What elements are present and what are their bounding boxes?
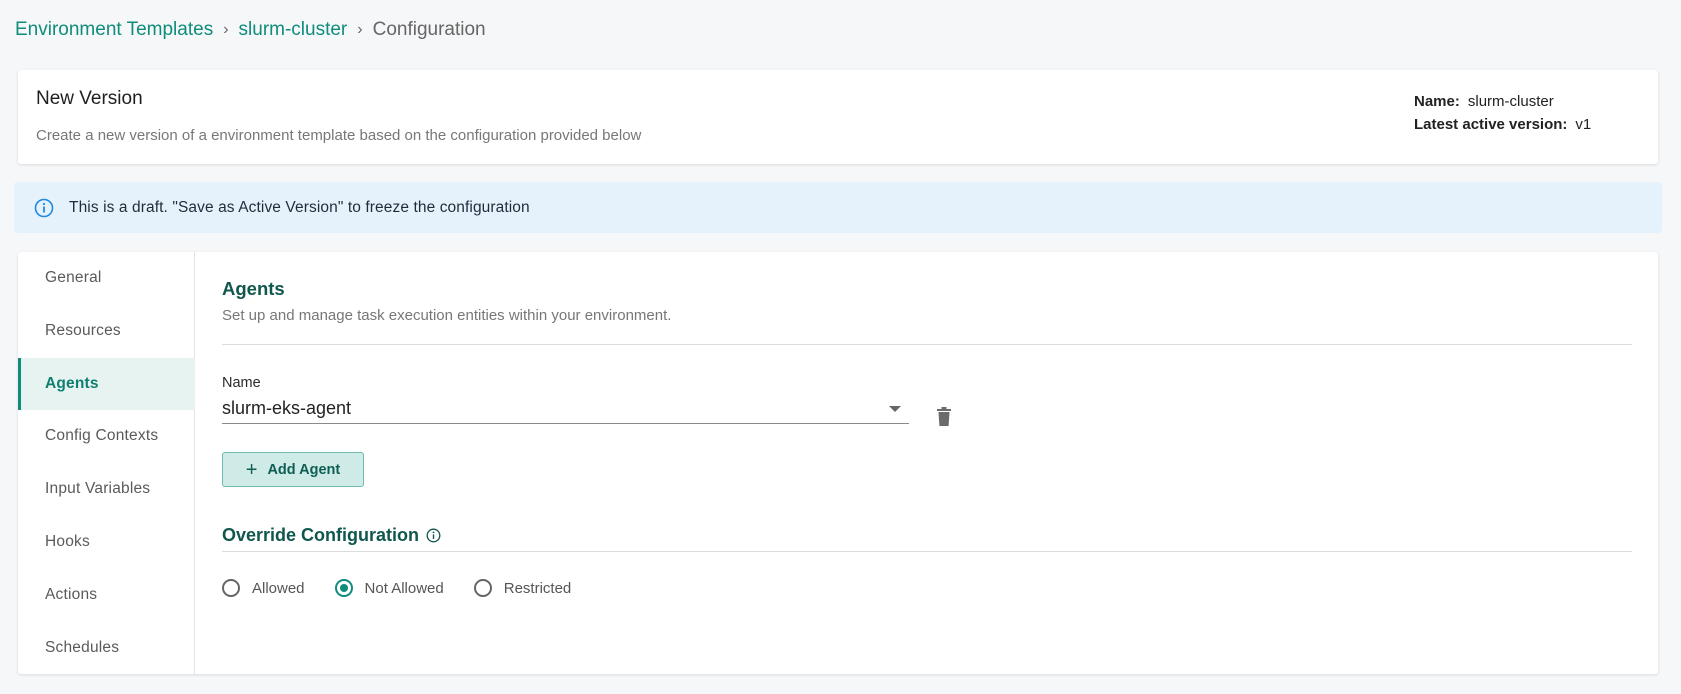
info-icon (34, 198, 54, 218)
override-title: Override Configuration (222, 525, 420, 545)
meta-version-row: Latest active version: v1 (1414, 113, 1591, 136)
radio-label: Allowed (252, 579, 305, 597)
meta-version-label: Latest active version: (1414, 116, 1568, 133)
section-title: Agents (222, 278, 285, 299)
section-divider (222, 344, 1632, 345)
add-agent-label: Add Agent (267, 461, 341, 478)
sidebar-item-general[interactable]: General (18, 252, 195, 304)
breadcrumb-current: Configuration (372, 19, 486, 40)
sidebar-item-actions[interactable]: Actions (18, 569, 195, 621)
radio-not-allowed[interactable]: Not Allowed (334, 579, 444, 597)
agent-name-select[interactable]: slurm-eks-agent (222, 394, 909, 424)
agents-panel: Agents Set up and manage task execution … (195, 252, 1658, 674)
info-icon[interactable] (426, 528, 441, 543)
sidebar-item-schedules[interactable]: Schedules (18, 622, 195, 674)
breadcrumb-separator: › (357, 21, 363, 38)
radio-allowed[interactable]: Allowed (222, 579, 305, 597)
add-agent-button[interactable]: + Add Agent (222, 452, 364, 487)
sidebar-item-config-contexts[interactable]: Config Contexts (18, 410, 195, 462)
meta-name-value: slurm-cluster (1467, 93, 1554, 110)
agent-name-value: slurm-eks-agent (222, 398, 352, 418)
radio-label: Restricted (503, 579, 572, 597)
config-sidebar: General Resources Agents Config Contexts… (18, 252, 195, 674)
radio-restricted[interactable]: Restricted (473, 579, 572, 597)
agent-name-label: Name (222, 375, 261, 391)
sidebar-item-resources[interactable]: Resources (18, 305, 195, 357)
delete-icon[interactable] (936, 407, 952, 427)
sidebar-item-agents[interactable]: Agents (18, 358, 195, 410)
override-radio-group: Allowed Not Allowed Restricted (222, 579, 601, 597)
breadcrumb-environment-templates[interactable]: Environment Templates (15, 19, 213, 41)
meta-name-row: Name: slurm-cluster (1414, 90, 1591, 113)
radio-circle (222, 579, 240, 597)
banner-text: This is a draft. "Save as Active Version… (69, 198, 530, 216)
radio-label: Not Allowed (364, 579, 444, 597)
meta-name-label: Name: (1414, 93, 1460, 110)
override-configuration-heading: Override Configuration (222, 525, 441, 546)
breadcrumb-slurm-cluster[interactable]: slurm-cluster (239, 19, 348, 41)
breadcrumb: Environment Templates › slurm-cluster › … (15, 18, 486, 42)
section-subtitle: Set up and manage task execution entitie… (222, 307, 672, 324)
page-title: New Version (36, 88, 143, 109)
radio-circle (473, 579, 492, 597)
config-card: General Resources Agents Config Contexts… (18, 252, 1658, 674)
meta-version-value: v1 (1575, 116, 1592, 133)
override-divider (222, 551, 1632, 552)
radio-circle (334, 579, 353, 597)
sidebar-item-input-variables[interactable]: Input Variables (18, 463, 195, 515)
template-meta: Name: slurm-cluster Latest active version… (1414, 90, 1591, 136)
version-header-card: New Version Create a new version of a en… (18, 70, 1658, 164)
page-subtitle: Create a new version of a environment te… (36, 127, 642, 144)
draft-info-banner: This is a draft. "Save as Active Version… (14, 182, 1662, 233)
plus-icon: + (245, 458, 258, 481)
sidebar-item-hooks[interactable]: Hooks (18, 516, 195, 568)
breadcrumb-separator: › (223, 21, 229, 38)
chevron-down-icon (889, 406, 901, 412)
